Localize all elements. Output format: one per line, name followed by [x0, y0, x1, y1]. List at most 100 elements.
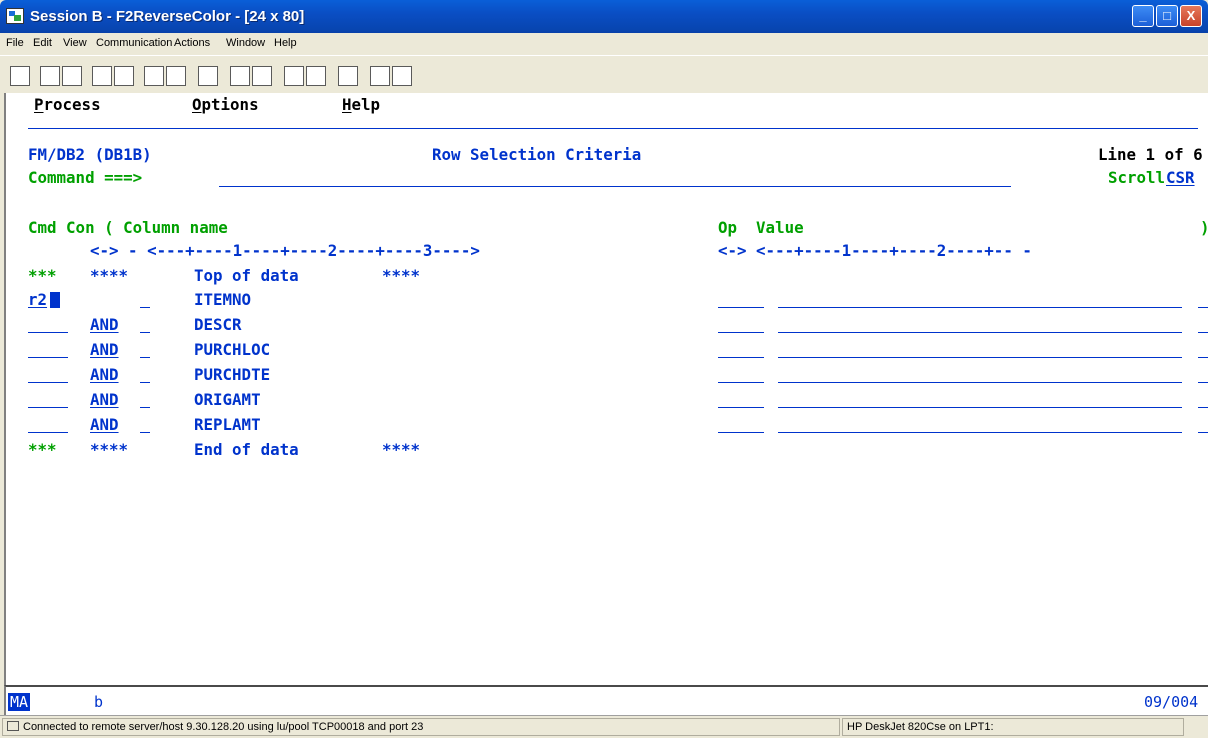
- op-field[interactable]: [718, 382, 764, 383]
- end-stars-3: ****: [382, 440, 421, 459]
- globe-icon[interactable]: [370, 66, 390, 86]
- cmd-field[interactable]: [28, 407, 68, 408]
- column-header: Cmd Con ( Column name: [28, 218, 228, 237]
- status-bar: Connected to remote server/host 9.30.128…: [0, 715, 1208, 738]
- cmd-field[interactable]: [28, 382, 68, 383]
- printer-status: HP DeskJet 820Cse on LPT1:: [842, 718, 1184, 736]
- op-field[interactable]: [718, 307, 764, 308]
- action-bar-separator: [28, 128, 1198, 129]
- play-macro-icon[interactable]: [284, 66, 304, 86]
- menu-process[interactable]: Process: [34, 96, 101, 114]
- scroll-input[interactable]: CSR: [1166, 169, 1195, 187]
- record-macro-icon[interactable]: [230, 66, 250, 86]
- con-field[interactable]: AND: [90, 366, 119, 384]
- menu-help-label: elp: [351, 95, 381, 114]
- top-stars-1: ***: [28, 266, 57, 285]
- macro-icon[interactable]: [198, 66, 218, 86]
- con-field[interactable]: AND: [90, 341, 119, 359]
- op-field[interactable]: [718, 357, 764, 358]
- minimize-button[interactable]: _: [1132, 5, 1154, 27]
- cmd-field[interactable]: [28, 357, 68, 358]
- send-file-icon[interactable]: [92, 66, 112, 86]
- menu-window[interactable]: Window: [226, 37, 265, 49]
- session-indicator: b: [94, 693, 104, 711]
- menu-bar: File Edit View Communication Actions Win…: [0, 33, 1208, 55]
- line-indicator: Line 1 of 6: [1098, 145, 1203, 164]
- end-stars-2: ****: [90, 440, 129, 459]
- menu-actions[interactable]: Actions: [174, 37, 210, 49]
- paren-field[interactable]: [140, 307, 150, 308]
- column-name: PURCHLOC: [194, 340, 271, 359]
- window-title: Session B - F2ReverseColor - [24 x 80]: [30, 8, 305, 25]
- close-field[interactable]: [1198, 332, 1208, 333]
- subsystem-label: FM/DB2 (DB1B): [28, 145, 152, 164]
- op-value-header: Op Value: [718, 218, 804, 237]
- cmd-field[interactable]: [28, 432, 68, 433]
- command-input[interactable]: [219, 186, 1011, 187]
- close-paren: ): [1200, 219, 1208, 237]
- toolbar: [0, 55, 1208, 93]
- close-field[interactable]: [1198, 307, 1208, 308]
- copy-icon[interactable]: [40, 66, 60, 86]
- value-field[interactable]: [778, 332, 1182, 333]
- clipboard-icon[interactable]: [338, 66, 358, 86]
- value-field[interactable]: [778, 382, 1182, 383]
- keymap-icon[interactable]: [392, 66, 412, 86]
- print-screen-icon[interactable]: [10, 66, 30, 86]
- pause-macro-icon[interactable]: [306, 66, 326, 86]
- op-field[interactable]: [718, 332, 764, 333]
- paren-field[interactable]: [140, 382, 150, 383]
- column-name: ITEMNO: [194, 290, 252, 309]
- cmd-field[interactable]: r2: [28, 291, 47, 309]
- panel-title: Row Selection Criteria: [432, 145, 642, 164]
- close-field[interactable]: [1198, 357, 1208, 358]
- cmd-field[interactable]: [28, 332, 68, 333]
- menu-file[interactable]: File: [6, 37, 24, 49]
- menu-help[interactable]: Help: [274, 37, 297, 49]
- close-button[interactable]: X: [1180, 5, 1202, 27]
- connection-status: Connected to remote server/host 9.30.128…: [2, 718, 840, 736]
- maximize-button[interactable]: □: [1156, 5, 1178, 27]
- command-label: Command ===>: [28, 168, 143, 187]
- close-field[interactable]: [1198, 432, 1208, 433]
- menu-communication[interactable]: Communication: [96, 37, 172, 49]
- menu-options[interactable]: Options: [192, 96, 259, 114]
- menu-edit[interactable]: Edit: [33, 37, 52, 49]
- paren-field[interactable]: [140, 432, 150, 433]
- text-cursor: [50, 292, 60, 308]
- connection-text: Connected to remote server/host 9.30.128…: [23, 721, 424, 733]
- menu-view[interactable]: View: [63, 37, 87, 49]
- menu-help-3270[interactable]: Help: [342, 96, 380, 114]
- con-field[interactable]: AND: [90, 391, 119, 409]
- connection-icon: [7, 721, 19, 731]
- display-alt-icon[interactable]: [166, 66, 186, 86]
- value-field[interactable]: [778, 432, 1182, 433]
- menu-process-label: rocess: [43, 95, 101, 114]
- value-field[interactable]: [778, 307, 1182, 308]
- paren-field[interactable]: [140, 357, 150, 358]
- session-icon[interactable]: [6, 8, 24, 24]
- end-of-data: End of data: [194, 440, 299, 459]
- close-field[interactable]: [1198, 382, 1208, 383]
- con-field[interactable]: AND: [90, 416, 119, 434]
- op-field[interactable]: [718, 432, 764, 433]
- op-field[interactable]: [718, 407, 764, 408]
- top-stars-3: ****: [382, 266, 421, 285]
- con-field[interactable]: AND: [90, 316, 119, 334]
- operator-info-area: MA b 09/004: [4, 685, 1208, 715]
- menu-options-label: ptions: [201, 95, 259, 114]
- scroll-label: Scroll: [1108, 168, 1166, 187]
- value-field[interactable]: [778, 357, 1182, 358]
- column-name: PURCHDTE: [194, 365, 271, 384]
- close-field[interactable]: [1198, 407, 1208, 408]
- display-icon[interactable]: [144, 66, 164, 86]
- column-name: ORIGAMT: [194, 390, 261, 409]
- terminal-screen[interactable]: Process Options Help FM/DB2 (DB1B) Row S…: [4, 93, 1208, 685]
- column-name: DESCR: [194, 315, 242, 334]
- paren-field[interactable]: [140, 407, 150, 408]
- value-field[interactable]: [778, 407, 1182, 408]
- stop-macro-icon[interactable]: [252, 66, 272, 86]
- paste-icon[interactable]: [62, 66, 82, 86]
- paren-field[interactable]: [140, 332, 150, 333]
- receive-file-icon[interactable]: [114, 66, 134, 86]
